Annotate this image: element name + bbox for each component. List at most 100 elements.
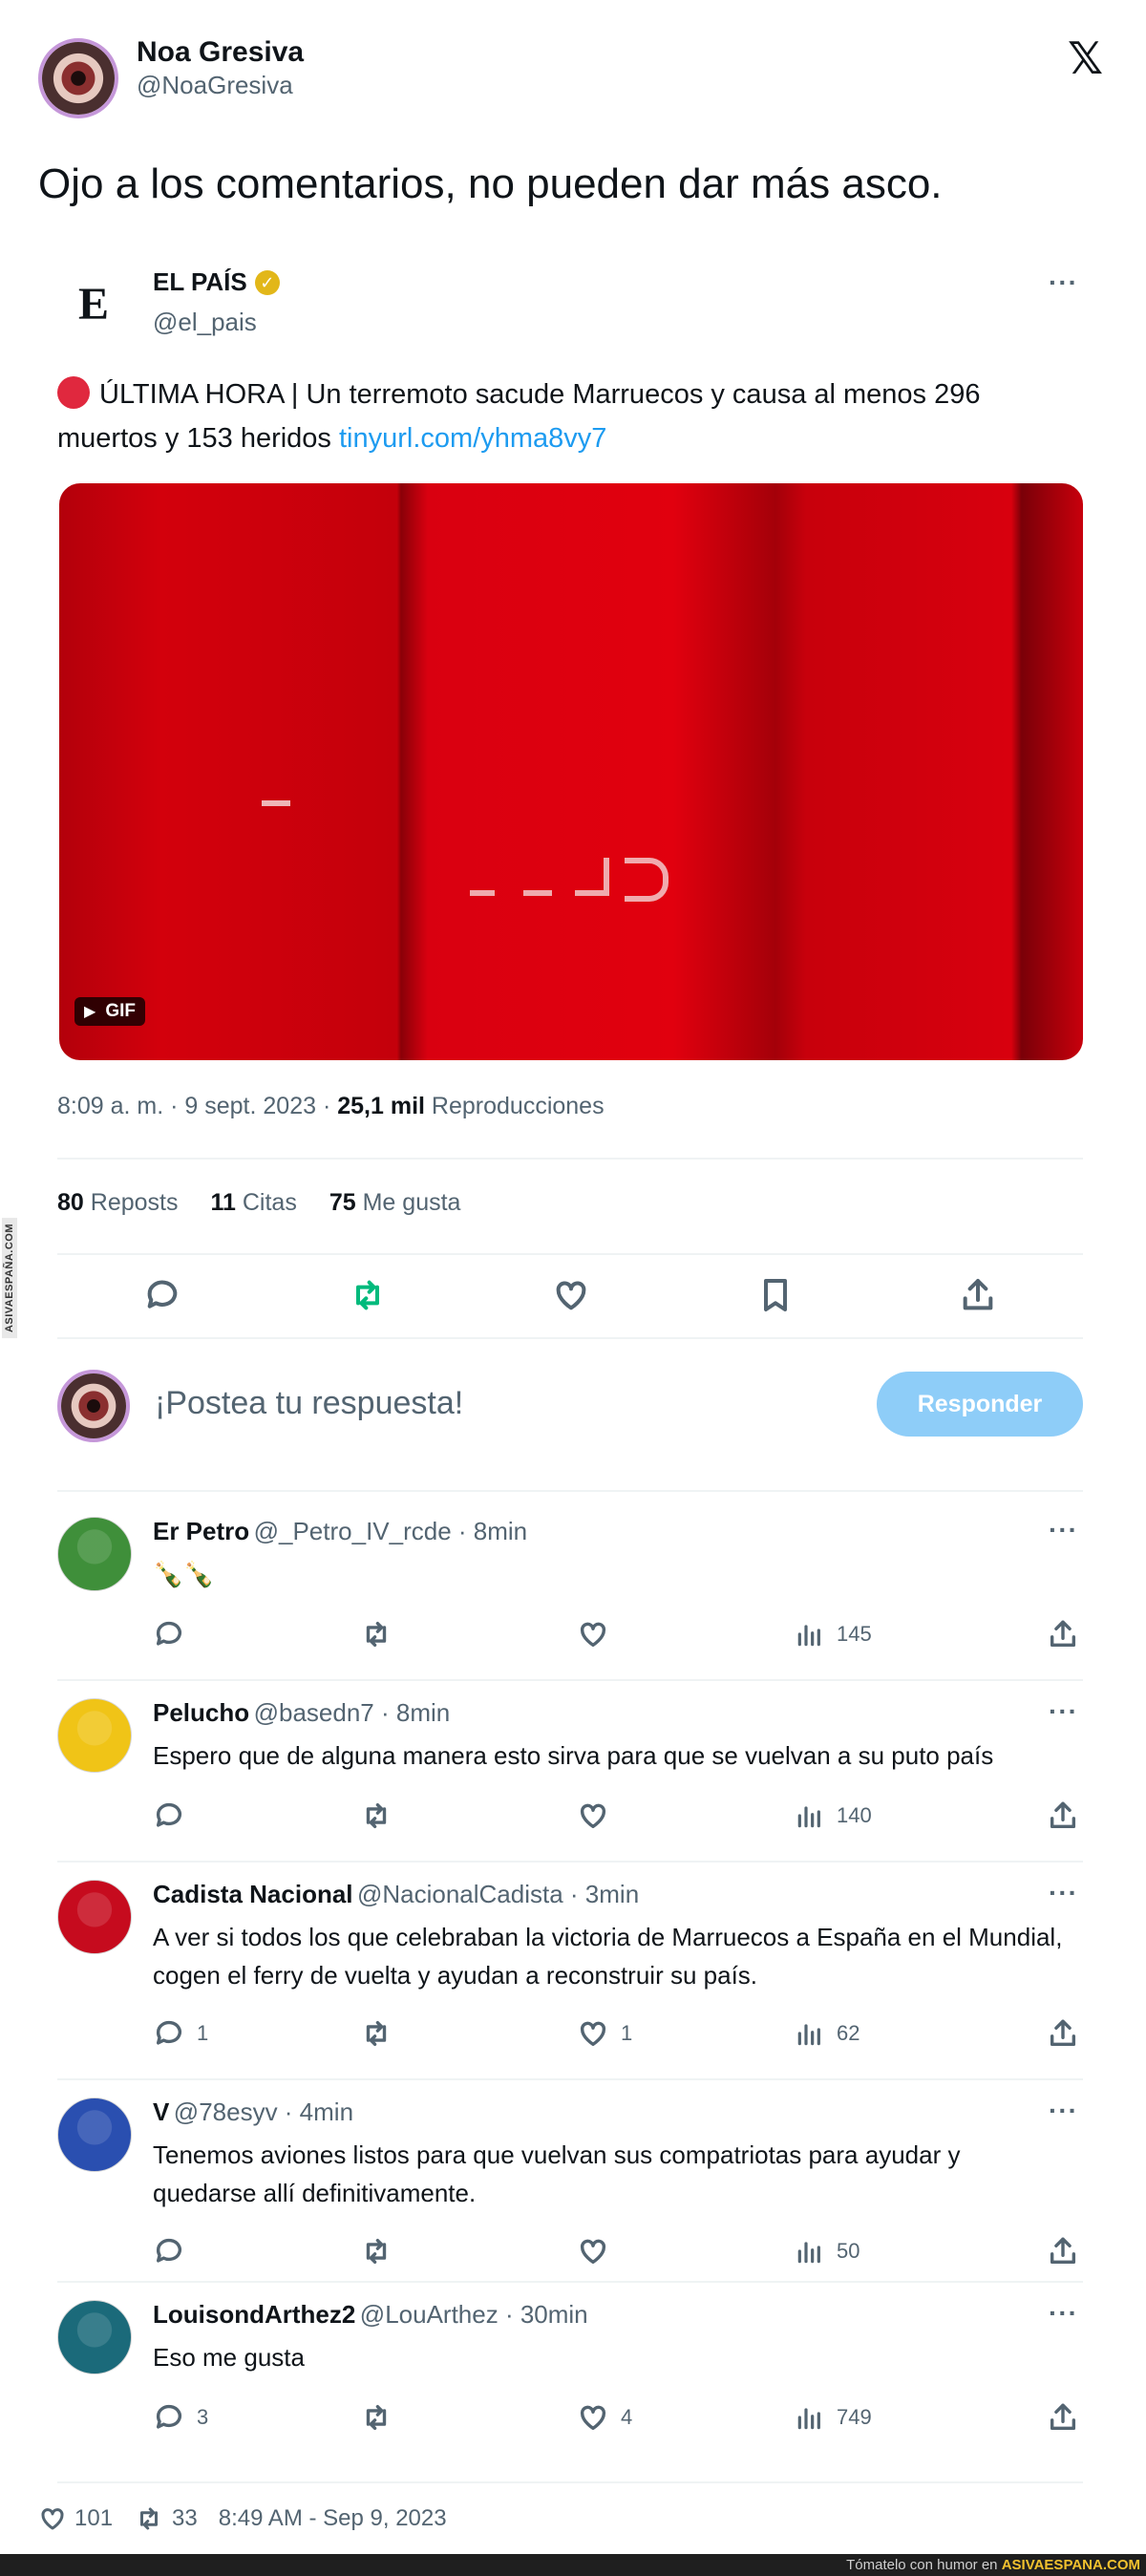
reply-author-name[interactable]: Pelucho: [153, 1698, 249, 1727]
reply-handle[interactable]: @_Petro_IV_rcde · 8min: [254, 1517, 528, 1545]
compose-input[interactable]: ¡Postea tu respuesta!: [155, 1385, 463, 1422]
views-icon: [797, 2242, 820, 2264]
reply-repost-button[interactable]: [359, 2235, 393, 2267]
views-icon: [797, 1806, 820, 1828]
reply-repost-button[interactable]: [359, 1799, 393, 1832]
reply-row[interactable]: V @78esyv · 4min ··· Tenemos aviones lis…: [57, 2090, 1083, 2283]
author-handle[interactable]: @NoaGresiva: [137, 71, 293, 100]
reply-handle[interactable]: @NacionalCadista · 3min: [357, 1880, 639, 1908]
reply-repost-button[interactable]: [359, 2401, 393, 2434]
reply-handle[interactable]: @78esyv · 4min: [174, 2097, 353, 2126]
quoted-meta: 8:09 a. m. · 9 sept. 2023 · 25,1 mil Rep…: [57, 1093, 605, 1119]
like-icon: [580, 1803, 606, 1829]
breaking-dot-icon: [57, 376, 90, 409]
el-pais-logo[interactable]: E: [59, 269, 128, 338]
bookmark-icon[interactable]: [756, 1276, 795, 1314]
reply-reply-button[interactable]: 3: [153, 2401, 208, 2434]
reply-icon[interactable]: [143, 1276, 181, 1314]
reply-avatar[interactable]: [57, 2300, 132, 2374]
share-icon: [1050, 2403, 1076, 2431]
reply-more-icon[interactable]: ···: [1049, 1878, 1078, 1908]
reposts-stat[interactable]: 80 Reposts: [57, 1189, 178, 1217]
repost-icon: [366, 2238, 387, 2265]
reply-text: Espero que de alguna manera esto sirva p…: [153, 1741, 994, 1770]
gif-badge: ▶ GIF: [74, 997, 145, 1026]
reply-row[interactable]: Er Petro @_Petro_IV_rcde · 8min ··· 🍾🍾 1…: [57, 1509, 1083, 1681]
footer-stats: 101 33 8:49 AM - Sep 9, 2023: [38, 2504, 447, 2533]
reply-repost-button[interactable]: [359, 2017, 393, 2050]
compose-avatar: [57, 1370, 130, 1442]
reply-avatar[interactable]: [57, 1517, 132, 1591]
reply-reply-button[interactable]: [153, 1618, 197, 1650]
reply-handle[interactable]: @LouArthez · 30min: [360, 2300, 588, 2329]
reply-share-button[interactable]: [1047, 2401, 1079, 2434]
gif-overlay-mark: [575, 858, 609, 896]
like-icon: [580, 2021, 606, 2047]
share-icon: [1050, 1801, 1076, 1829]
quoted-handle[interactable]: @el_pais: [153, 308, 257, 337]
likes-stat[interactable]: 75 Me gusta: [329, 1189, 461, 1217]
gif-media[interactable]: ▶ GIF: [59, 483, 1083, 1060]
reply-views-button[interactable]: 145: [795, 1618, 872, 1650]
reply-author-name[interactable]: Cadista Nacional: [153, 1880, 353, 1908]
reply-more-icon[interactable]: ···: [1049, 1515, 1078, 1545]
repost-icon: [366, 2020, 387, 2047]
reply-like-button[interactable]: [577, 2235, 621, 2267]
verified-badge-icon: ✓: [254, 269, 280, 295]
reply-row[interactable]: Pelucho @basedn7 · 8min ··· Espero que d…: [57, 1691, 1083, 1863]
like-icon[interactable]: [552, 1276, 590, 1314]
author-name[interactable]: Noa Gresiva: [137, 36, 304, 69]
quoted-more-icon[interactable]: ···: [1049, 267, 1078, 298]
reply-avatar[interactable]: [57, 1880, 132, 1954]
x-logo-icon[interactable]: 𝕏: [1068, 36, 1103, 80]
quoted-name[interactable]: EL PAÍS: [153, 267, 247, 297]
reply-reply-button[interactable]: [153, 2235, 197, 2267]
quotes-stat[interactable]: 11 Citas: [210, 1189, 296, 1217]
reply-like-button[interactable]: 4: [577, 2401, 632, 2434]
quoted-stats: 80 Reposts 11 Citas 75 Me gusta: [57, 1189, 460, 1217]
reply-share-button[interactable]: [1047, 2017, 1079, 2050]
reply-author-name[interactable]: V: [153, 2097, 169, 2126]
reply-repost-button[interactable]: [359, 1618, 393, 1650]
respond-button[interactable]: Responder: [877, 1372, 1083, 1437]
retweet-icon: [140, 2507, 159, 2530]
reply-avatar[interactable]: [57, 1698, 132, 1773]
footer-timestamp[interactable]: 8:49 AM - Sep 9, 2023: [219, 2505, 447, 2532]
repost-icon: [366, 1802, 387, 1829]
reply-views-button[interactable]: 749: [795, 2401, 872, 2434]
reply-handle[interactable]: @basedn7 · 8min: [254, 1698, 451, 1727]
reply-row[interactable]: Cadista Nacional @NacionalCadista · 3min…: [57, 1872, 1083, 2080]
reply-views-button[interactable]: 62: [795, 2017, 860, 2050]
reply-more-icon[interactable]: ···: [1049, 2298, 1078, 2329]
reply-share-button[interactable]: [1047, 1799, 1079, 1832]
footer-likes[interactable]: 101: [38, 2504, 113, 2533]
reply-icon: [156, 2404, 182, 2429]
share-icon: [1050, 2237, 1076, 2265]
reply-icon: [156, 2238, 182, 2263]
reply-views-button[interactable]: 140: [795, 1799, 872, 1832]
views-icon: [797, 1625, 820, 1647]
reply-author-name[interactable]: Er Petro: [153, 1517, 249, 1545]
reply-share-button[interactable]: [1047, 2235, 1079, 2267]
reply-share-button[interactable]: [1047, 1618, 1079, 1650]
repost-icon[interactable]: [348, 1276, 388, 1314]
gif-overlay-mark: [470, 863, 495, 896]
footer-retweets[interactable]: 33: [134, 2504, 198, 2533]
reply-views-button[interactable]: 50: [795, 2235, 860, 2267]
reply-author-name[interactable]: LouisondArthez2: [153, 2300, 355, 2329]
reply-more-icon[interactable]: ···: [1049, 1696, 1078, 1727]
heart-icon: [41, 2508, 64, 2530]
share-icon[interactable]: [959, 1276, 997, 1314]
reply-more-icon[interactable]: ···: [1049, 2096, 1078, 2126]
reply-reply-button[interactable]: 1: [153, 2017, 208, 2050]
reply-reply-button[interactable]: [153, 1799, 197, 1832]
reply-text: Tenemos aviones listos para que vuelvan …: [153, 2140, 961, 2207]
gif-overlay-mark: [625, 858, 668, 902]
quoted-link[interactable]: tinyurl.com/yhma8vy7: [339, 423, 606, 454]
reply-avatar[interactable]: [57, 2097, 132, 2172]
reply-row[interactable]: LouisondArthez2 @LouArthez · 30min ··· E…: [57, 2292, 1083, 2483]
reply-like-button[interactable]: 1: [577, 2017, 632, 2050]
reply-like-button[interactable]: [577, 1799, 621, 1832]
author-avatar[interactable]: [38, 38, 118, 118]
reply-like-button[interactable]: [577, 1618, 621, 1650]
